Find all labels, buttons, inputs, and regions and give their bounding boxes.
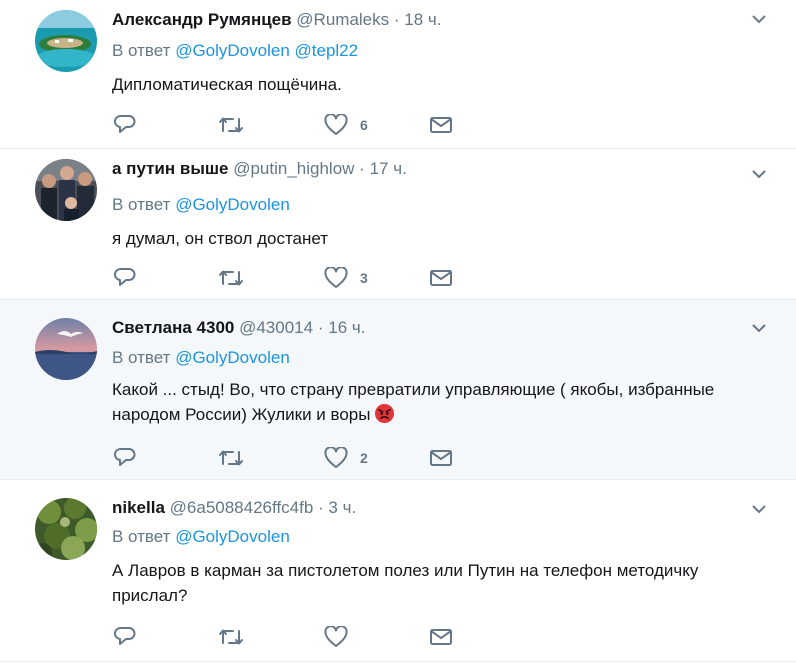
avatar[interactable]: [35, 159, 97, 221]
envelope-icon: [430, 450, 452, 466]
reply-icon: [114, 627, 136, 645]
mention-link[interactable]: @GolyDovolen: [175, 41, 290, 60]
like-button[interactable]: 3: [324, 266, 368, 290]
reply-button[interactable]: [114, 266, 136, 290]
heart-icon: [324, 114, 348, 135]
avatar[interactable]: [35, 10, 97, 72]
like-count: 6: [360, 117, 368, 133]
tweet-text: Какой ... стыд! Во, что страну превратил…: [112, 377, 762, 427]
reply-button[interactable]: [114, 625, 136, 649]
dm-button[interactable]: [429, 446, 453, 470]
reply-icon: [114, 448, 136, 466]
tweet-text: я думал, он ствол достанет: [112, 229, 329, 248]
dm-button[interactable]: [429, 113, 453, 137]
like-count: 2: [360, 450, 368, 466]
heart-icon: [324, 447, 348, 468]
retweet-button[interactable]: [218, 446, 244, 470]
reply-icon: [114, 115, 136, 133]
tweet-1[interactable]: Александр Румянцев @Rumaleks · 18 ч. В о…: [0, 0, 796, 149]
envelope-icon: [430, 270, 452, 286]
author-handle[interactable]: @6a5088426ffc4fb: [170, 498, 314, 517]
reply-button[interactable]: [114, 446, 136, 470]
timestamp[interactable]: 17 ч.: [370, 159, 407, 178]
timestamp[interactable]: 16 ч.: [328, 318, 365, 337]
heart-icon: [324, 626, 348, 647]
author-name[interactable]: Александр Румянцев: [112, 10, 292, 29]
tweet-text: А Лавров в карман за пистолетом полез ил…: [112, 561, 699, 605]
like-button[interactable]: [324, 625, 360, 649]
envelope-icon: [430, 629, 452, 645]
timestamp[interactable]: 18 ч.: [404, 10, 441, 29]
mention-link[interactable]: @GolyDovolen: [175, 195, 290, 214]
mention-link[interactable]: @tepl22: [295, 41, 359, 60]
tweet-4[interactable]: nikella @6a5088426ffc4fb · 3 ч. В ответ …: [0, 480, 796, 662]
chevron-down-icon[interactable]: [752, 169, 766, 179]
reply-context: В ответ @GolyDovolen @tepl22: [112, 40, 358, 62]
retweet-button[interactable]: [218, 113, 244, 137]
mention-link[interactable]: @GolyDovolen: [175, 527, 290, 546]
tweet-actions: 3: [112, 266, 472, 290]
dm-button[interactable]: [429, 266, 453, 290]
envelope-icon: [430, 117, 452, 133]
reply-button[interactable]: [114, 113, 136, 137]
author-name[interactable]: а путин выше: [112, 159, 228, 178]
separator: ·: [318, 498, 324, 517]
reply-label: В ответ: [112, 195, 171, 214]
like-count: 3: [360, 270, 368, 286]
avatar[interactable]: [35, 498, 97, 560]
like-button[interactable]: 2: [324, 446, 368, 470]
timestamp[interactable]: 3 ч.: [328, 498, 356, 517]
retweet-icon: [219, 117, 243, 133]
tweet-header: а путин выше @putin_highlow · 17 ч.: [112, 159, 407, 179]
separator: ·: [393, 10, 400, 29]
tweet-actions: [112, 625, 472, 649]
tweet-text-content: Какой ... стыд! Во, что страну превратил…: [112, 380, 715, 424]
separator: ·: [317, 318, 324, 337]
tweet-header: nikella @6a5088426ffc4fb · 3 ч.: [112, 498, 356, 518]
like-button[interactable]: 6: [324, 113, 368, 137]
author-handle[interactable]: @430014: [239, 318, 313, 337]
reply-label: В ответ: [112, 348, 171, 367]
reply-context: В ответ @GolyDovolen: [112, 194, 290, 216]
reply-context: В ответ @GolyDovolen: [112, 347, 290, 369]
mention-link[interactable]: @GolyDovolen: [175, 348, 290, 367]
chevron-down-icon[interactable]: [752, 323, 766, 333]
chevron-down-icon[interactable]: [752, 14, 766, 24]
retweet-icon: [219, 450, 243, 466]
avatar[interactable]: [35, 318, 97, 380]
retweet-button[interactable]: [218, 266, 244, 290]
tweet-header: Светлана 4300 @430014 · 16 ч.: [112, 318, 365, 338]
tweet-actions: 6: [112, 113, 472, 137]
reply-label: В ответ: [112, 527, 171, 546]
reply-label: В ответ: [112, 41, 171, 60]
separator: ·: [359, 159, 365, 178]
retweet-button[interactable]: [218, 625, 244, 649]
author-handle[interactable]: @putin_highlow: [233, 159, 354, 178]
tweet-2[interactable]: а путин выше @putin_highlow · 17 ч. В от…: [0, 149, 796, 300]
angry-face-icon: [375, 403, 395, 424]
retweet-icon: [219, 270, 243, 286]
tweet-header: Александр Румянцев @Rumaleks · 18 ч.: [112, 10, 442, 30]
retweet-icon: [219, 629, 243, 645]
author-name[interactable]: nikella: [112, 498, 165, 517]
reply-icon: [114, 268, 136, 286]
heart-icon: [324, 267, 348, 288]
author-name[interactable]: Светлана 4300: [112, 318, 234, 337]
tweet-text: Дипломатическая пощёчина.: [112, 75, 342, 94]
reply-context: В ответ @GolyDovolen: [112, 526, 290, 548]
tweet-actions: 2: [112, 446, 472, 470]
tweet-3[interactable]: Светлана 4300 @430014 · 16 ч. В ответ @G…: [0, 300, 796, 480]
author-handle[interactable]: @Rumaleks: [296, 10, 389, 29]
dm-button[interactable]: [429, 625, 453, 649]
chevron-down-icon[interactable]: [752, 504, 766, 514]
